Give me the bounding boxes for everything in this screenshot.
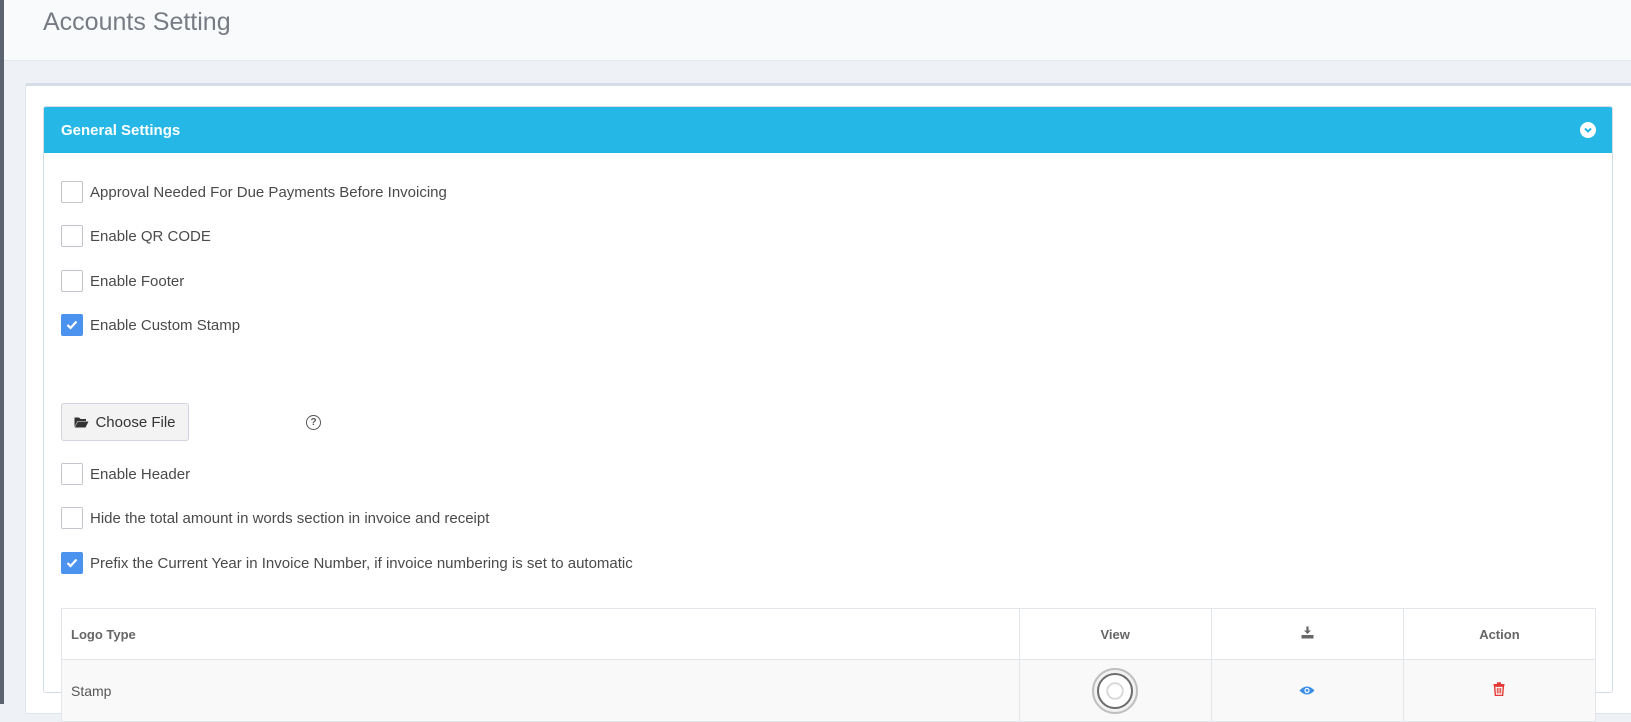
stamp-image [1097,673,1133,709]
column-header-view: View [1019,609,1211,660]
general-settings-panel: General Settings Approval Needed For Due… [43,106,1613,693]
chevron-down-circle-icon[interactable] [1580,122,1596,138]
check-icon [66,558,78,568]
table-row: Stamp [62,660,1596,722]
folder-open-icon [74,416,89,428]
checkbox[interactable] [61,225,83,247]
download-icon [1301,626,1314,639]
checkbox[interactable] [61,181,83,203]
checkbox-checked[interactable] [61,314,83,336]
setting-enable-custom-stamp[interactable]: Enable Custom Stamp [61,314,240,336]
setting-label: Enable Header [90,466,190,483]
setting-approval-due-payments[interactable]: Approval Needed For Due Payments Before … [61,181,447,203]
cell-action [1403,660,1595,722]
panel-title: General Settings [61,122,180,139]
setting-enable-qr-code[interactable]: Enable QR CODE [61,225,211,247]
content-box: General Settings Approval Needed For Due… [25,83,1631,714]
setting-label: Enable QR CODE [90,228,211,245]
panel-heading[interactable]: General Settings [44,107,1612,153]
question-circle-icon[interactable]: ? [306,415,321,430]
cell-logo-type: Stamp [62,660,1020,722]
page-title: Accounts Setting [43,8,231,37]
setting-hide-amount-in-words[interactable]: Hide the total amount in words section i… [61,507,489,529]
check-icon [66,320,78,330]
choose-file-label: Choose File [95,414,175,431]
checkbox-checked[interactable] [61,552,83,574]
setting-prefix-current-year[interactable]: Prefix the Current Year in Invoice Numbe… [61,552,633,574]
logo-table: Logo Type View Action [61,608,1596,722]
table-header-row: Logo Type View Action [62,609,1596,660]
cell-preview [1211,660,1403,722]
checkbox[interactable] [61,507,83,529]
left-border-rule [0,0,4,704]
setting-enable-footer[interactable]: Enable Footer [61,270,184,292]
choose-file-button[interactable]: Choose File [61,403,189,441]
checkbox[interactable] [61,463,83,485]
setting-label: Enable Footer [90,273,184,290]
setting-label: Hide the total amount in words section i… [90,510,489,527]
setting-label: Prefix the Current Year in Invoice Numbe… [90,555,633,572]
column-header-download [1211,609,1403,660]
page-header: Accounts Setting [4,0,1631,61]
stamp-thumbnail[interactable] [1092,668,1138,714]
eye-icon[interactable] [1299,685,1315,696]
cell-view [1019,660,1211,722]
setting-enable-header[interactable]: Enable Header [61,463,190,485]
trash-icon[interactable] [1493,682,1505,696]
setting-label: Enable Custom Stamp [90,317,240,334]
setting-label: Approval Needed For Due Payments Before … [90,184,447,201]
column-header-action: Action [1403,609,1595,660]
checkbox[interactable] [61,270,83,292]
column-header-logo-type: Logo Type [62,609,1020,660]
